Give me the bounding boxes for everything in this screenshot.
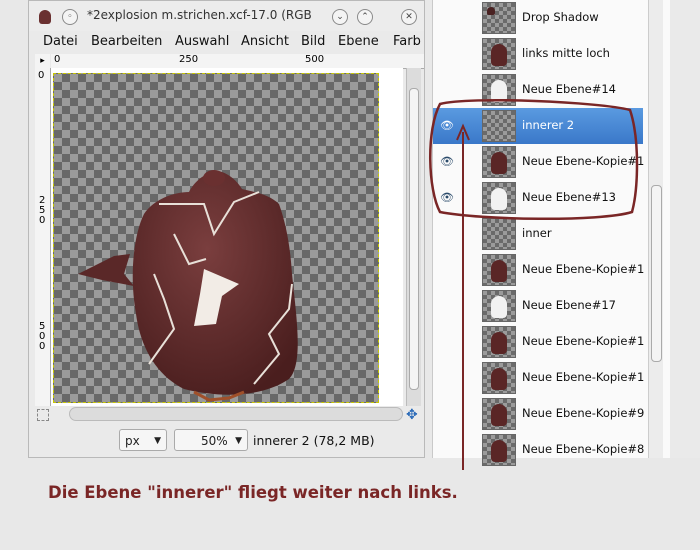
layer-row[interactable]: 👁 Neue Ebene#13 <box>433 180 643 216</box>
layer-thumbnail <box>482 146 516 178</box>
layer-thumbnail <box>482 74 516 106</box>
layer-thumbnail <box>482 110 516 142</box>
layer-name: Neue Ebene#13 <box>522 190 616 204</box>
layer-name: Neue Ebene-Kopie#12 <box>522 262 644 276</box>
eye-hidden-icon[interactable] <box>437 298 457 314</box>
layer-row[interactable]: Drop Shadow <box>433 0 643 36</box>
ruler-mark: 0 <box>54 54 61 65</box>
status-text: innerer 2 (78,2 MB) <box>253 433 375 448</box>
layer-row[interactable]: Neue Ebene-Kopie#8 <box>433 432 644 468</box>
eye-icon[interactable]: 👁 <box>437 190 457 206</box>
unit-select[interactable]: px ▼ <box>119 429 167 451</box>
layer-name: links mitte loch <box>522 46 610 60</box>
chevron-down-icon: ▼ <box>235 436 242 446</box>
annotation-caption: Die Ebene "innerer" fliegt weiter nach l… <box>48 483 458 502</box>
eye-hidden-icon[interactable] <box>437 442 457 458</box>
layer-row[interactable]: Neue Ebene-Kopie#11 <box>433 324 644 360</box>
eye-hidden-icon[interactable] <box>437 262 457 278</box>
eye-hidden-icon[interactable] <box>437 370 457 386</box>
maximize-icon[interactable]: ⌃ <box>357 9 373 25</box>
chevron-down-icon: ▼ <box>154 436 161 446</box>
layer-name: Neue Ebene-Kopie#11 <box>522 334 644 348</box>
layer-thumbnail <box>482 38 516 70</box>
ruler-mark: 500 <box>305 54 325 65</box>
menu-circle-icon[interactable]: ◦ <box>62 9 78 25</box>
panel-edge <box>670 0 700 458</box>
eye-hidden-icon[interactable] <box>437 226 457 242</box>
image-canvas[interactable] <box>53 73 379 403</box>
menu-farben[interactable]: Farb <box>393 34 421 49</box>
menu-datei[interactable]: Datei <box>43 34 78 49</box>
layer-row[interactable]: links mitte loch <box>433 36 643 72</box>
layer-thumbnail <box>482 2 516 34</box>
layer-name: Neue Ebene-Kopie#15 <box>522 154 644 168</box>
layer-name: Neue Ebene#17 <box>522 298 616 312</box>
layer-row[interactable]: Neue Ebene#17 <box>433 288 643 324</box>
layer-name: Neue Ebene-Kopie#10 <box>522 370 644 384</box>
layer-row[interactable]: 👁 innerer 2 <box>433 108 643 144</box>
close-icon[interactable]: ✕ <box>401 9 417 25</box>
layer-thumbnail <box>482 182 516 214</box>
zoom-value: 50% <box>201 434 228 448</box>
menu-auswahl[interactable]: Auswahl <box>175 34 229 49</box>
app-icon <box>39 10 51 24</box>
menu-bearbeiten[interactable]: Bearbeiten <box>91 34 162 49</box>
eye-hidden-icon[interactable] <box>437 46 457 62</box>
menu-bar: Datei Bearbeiten Auswahl Ansicht Bild Eb… <box>29 31 424 53</box>
menu-ebene[interactable]: Ebene <box>338 34 379 49</box>
title-bar: ◦ *2explosion m.strichen.xcf-17.0 (RGB ⌄… <box>29 1 424 31</box>
scrollbar-thumb[interactable] <box>651 185 662 362</box>
layer-row[interactable]: inner <box>433 216 643 252</box>
ruler-mark: 500 <box>39 321 46 352</box>
ruler-mark: 250 <box>39 195 46 226</box>
scrollbar-thumb[interactable] <box>409 88 419 390</box>
eye-icon[interactable]: 👁 <box>437 154 457 170</box>
layer-thumbnail <box>482 254 516 286</box>
layer-row[interactable]: Neue Ebene#14 <box>433 72 643 108</box>
horizontal-scrollbar[interactable] <box>69 407 403 421</box>
layer-row[interactable]: Neue Ebene-Kopie#9 <box>433 396 644 432</box>
layer-thumbnail <box>482 434 516 466</box>
layer-name: Neue Ebene-Kopie#9 <box>522 406 644 420</box>
chocolate-egg-image <box>78 170 298 402</box>
canvas-area[interactable] <box>51 68 403 406</box>
ruler-vertical[interactable]: 0 250 500 <box>35 68 51 406</box>
layer-row[interactable]: Neue Ebene-Kopie#10 <box>433 360 644 396</box>
layer-name: innerer 2 <box>522 118 575 132</box>
minimize-icon[interactable]: ⌄ <box>332 9 348 25</box>
ruler-corner[interactable]: ▸ <box>35 54 50 68</box>
layers-scrollbar[interactable] <box>648 0 663 458</box>
layer-thumbnail <box>482 398 516 430</box>
layer-row[interactable]: 👁 Neue Ebene-Kopie#15 <box>433 144 644 180</box>
layer-thumbnail <box>482 290 516 322</box>
layer-thumbnail <box>482 362 516 394</box>
ruler-mark: 0 <box>38 70 45 81</box>
eye-hidden-icon[interactable] <box>437 406 457 422</box>
layer-name: Drop Shadow <box>522 10 599 24</box>
ruler-mark: 250 <box>179 54 199 65</box>
vertical-scrollbar[interactable] <box>406 68 421 406</box>
layer-name: Neue Ebene#14 <box>522 82 616 96</box>
layer-thumbnail <box>482 326 516 358</box>
eye-hidden-icon[interactable] <box>437 334 457 350</box>
eye-hidden-icon[interactable] <box>437 10 457 26</box>
eye-hidden-icon[interactable] <box>437 82 457 98</box>
ruler-horizontal[interactable]: 0 250 500 <box>51 54 424 69</box>
menu-bild[interactable]: Bild <box>301 34 325 49</box>
status-bar: px ▼ 50% ▼ innerer 2 (78,2 MB) <box>29 427 424 455</box>
zoom-select[interactable]: 50% ▼ <box>174 429 248 451</box>
navigate-icon[interactable]: ✥ <box>406 407 418 423</box>
layer-name: Neue Ebene-Kopie#8 <box>522 442 644 456</box>
layer-name: inner <box>522 226 552 240</box>
unit-value: px <box>125 434 140 448</box>
image-window: ◦ *2explosion m.strichen.xcf-17.0 (RGB ⌄… <box>28 0 425 458</box>
menu-ansicht[interactable]: Ansicht <box>241 34 289 49</box>
layers-panel: Drop Shadow links mitte loch Neue Ebene#14… <box>432 0 671 466</box>
layer-thumbnail <box>482 218 516 250</box>
quick-mask-icon[interactable] <box>37 409 49 421</box>
window-title: *2explosion m.strichen.xcf-17.0 (RGB <box>87 8 312 22</box>
eye-icon[interactable]: 👁 <box>437 118 457 134</box>
layer-row[interactable]: Neue Ebene-Kopie#12 <box>433 252 644 288</box>
